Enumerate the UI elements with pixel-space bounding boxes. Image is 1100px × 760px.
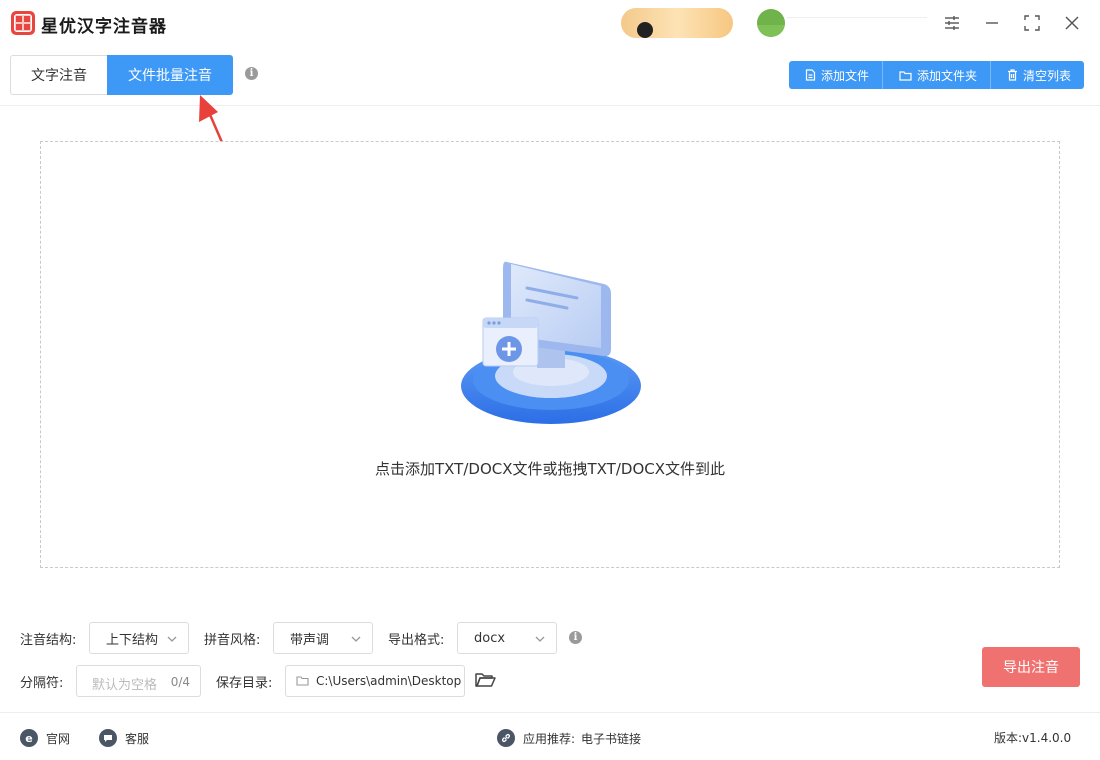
recommend-label: 应用推荐: <box>523 731 576 746</box>
app-title: 星优汉字注音器 <box>41 17 167 37</box>
website-link[interactable]: e 官网 <box>20 729 70 747</box>
style-label: 拼音风格: <box>204 633 261 648</box>
tab-text-annotation[interactable]: 文字注音 <box>10 55 107 95</box>
separator-placeholder: 默认为空格 <box>92 678 158 693</box>
separator-input[interactable]: 默认为空格 0/4 <box>76 665 201 697</box>
title-bar: 星优汉字注音器 <box>0 0 1100 48</box>
style-value: 带声调 <box>290 632 330 648</box>
info-icon[interactable]: i <box>245 67 258 80</box>
savedir-label: 保存目录: <box>216 676 273 691</box>
separator-label: 分隔符: <box>20 676 64 691</box>
format-info-icon[interactable]: i <box>569 631 582 644</box>
save-directory-value: C:\Users\admin\Desktop <box>316 674 462 688</box>
vip-badge-button[interactable] <box>621 8 733 38</box>
chat-bubble-icon <box>99 729 117 747</box>
open-folder-icon[interactable] <box>474 670 496 690</box>
monitor-add-file-illustration-icon <box>461 261 641 424</box>
link-icon <box>497 729 515 747</box>
add-file-label: 添加文件 <box>821 68 870 83</box>
minimize-icon[interactable] <box>981 12 1003 34</box>
clear-list-label: 清空列表 <box>1023 68 1072 83</box>
add-file-button[interactable]: 添加文件 <box>789 61 884 89</box>
tabs-toolbar: 文字注音 文件批量注音 i 添加文件 添加文件夹 清空列表 <box>0 48 1100 106</box>
app-logo-icon <box>11 11 35 35</box>
save-directory-input[interactable]: C:\Users\admin\Desktop <box>285 665 465 697</box>
recommend-area: 应用推荐: 电子书链接 <box>497 729 641 747</box>
username-placeholder <box>787 17 927 27</box>
format-value: docx <box>474 630 506 646</box>
website-label: 官网 <box>46 731 71 746</box>
tab-batch-file-annotation[interactable]: 文件批量注音 <box>107 55 233 95</box>
user-account[interactable] <box>757 9 927 39</box>
folder-icon <box>296 676 309 686</box>
close-icon[interactable] <box>1061 12 1083 34</box>
settings-sliders-icon[interactable] <box>941 12 963 34</box>
pinyin-style-select[interactable]: 带声调 <box>273 622 373 654</box>
file-actions: 添加文件 添加文件夹 清空列表 <box>789 61 1085 89</box>
avatar[interactable] <box>757 9 785 37</box>
file-icon <box>805 69 816 81</box>
trash-icon <box>1008 69 1018 81</box>
chevron-down-icon <box>535 636 545 642</box>
footer: e 官网 客服 应用推荐: 电子书链接 版本:v1.4.0.0 <box>0 712 1100 760</box>
structure-value: 上下结构 <box>106 632 159 648</box>
folder-icon <box>899 70 912 81</box>
clear-list-button[interactable]: 清空列表 <box>991 61 1085 89</box>
maximize-icon[interactable] <box>1021 12 1043 34</box>
add-folder-label: 添加文件夹 <box>917 68 978 83</box>
chevron-down-icon <box>351 636 361 642</box>
support-link[interactable]: 客服 <box>99 729 149 747</box>
separator-char-count: 0/4 <box>170 675 190 689</box>
file-drop-zone[interactable]: 点击添加TXT/DOCX文件或拖拽TXT/DOCX文件到此 <box>40 141 1060 568</box>
support-label: 客服 <box>125 731 150 746</box>
export-format-select[interactable]: docx <box>457 622 557 654</box>
version-text: 版本:v1.4.0.0 <box>994 731 1072 745</box>
chevron-down-icon <box>167 636 177 642</box>
recommend-link[interactable]: 电子书链接 <box>581 730 641 747</box>
add-folder-button[interactable]: 添加文件夹 <box>883 61 992 89</box>
drop-hint-text: 点击添加TXT/DOCX文件或拖拽TXT/DOCX文件到此 <box>375 460 725 478</box>
structure-select[interactable]: 上下结构 <box>89 622 189 654</box>
ie-browser-icon: e <box>20 729 38 747</box>
format-label: 导出格式: <box>388 633 445 648</box>
export-button[interactable]: 导出注音 <box>982 647 1080 687</box>
structure-label: 注音结构: <box>20 633 77 648</box>
